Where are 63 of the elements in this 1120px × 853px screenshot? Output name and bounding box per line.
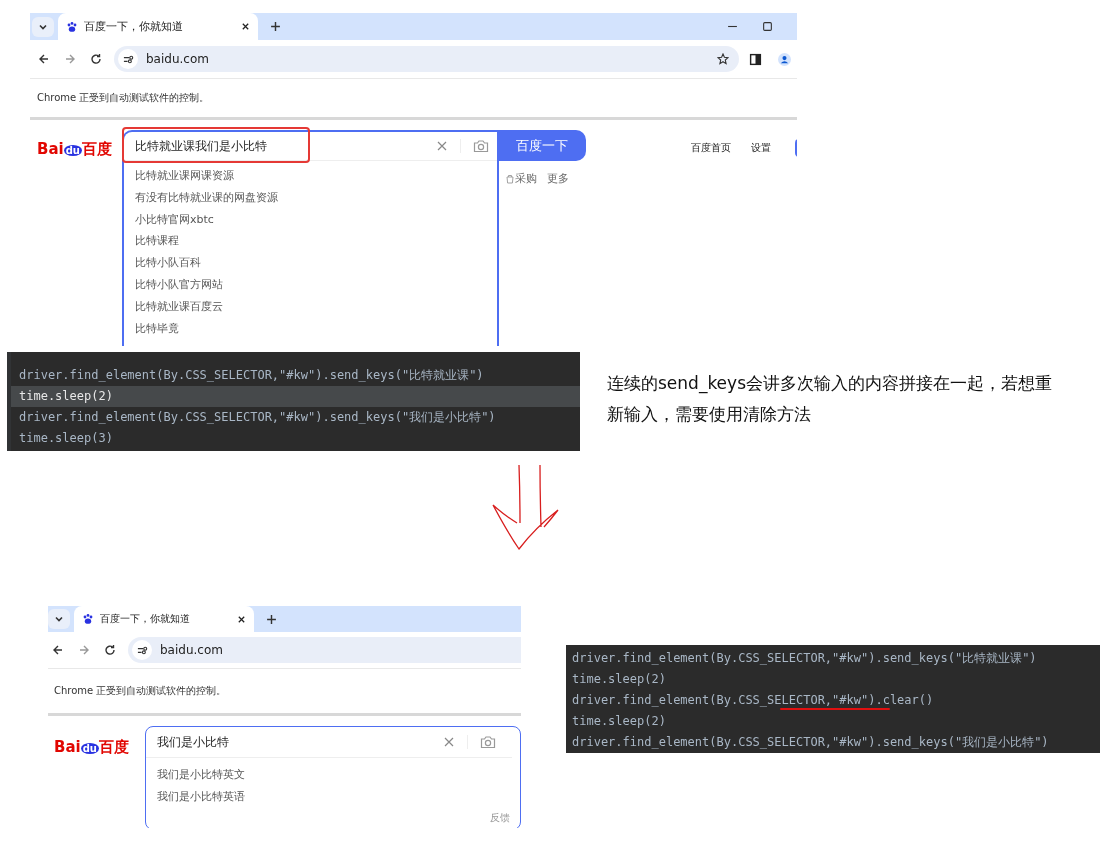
basket-icon bbox=[505, 173, 515, 184]
automation-notice: Chrome 正受到自动测试软件的控制。 bbox=[54, 684, 227, 698]
code-line: time.sleep(2) bbox=[572, 672, 666, 686]
forward-icon[interactable] bbox=[64, 53, 76, 65]
nav-link[interactable]: 设置 bbox=[751, 141, 771, 155]
tab-title: 百度一下，你就知道 bbox=[100, 612, 191, 626]
suggestion-item[interactable]: 我们是小比特英文 bbox=[157, 764, 520, 786]
new-tab-icon[interactable] bbox=[266, 613, 277, 625]
suggestion-item[interactable]: 比特小队官方网站 bbox=[135, 274, 497, 296]
explanation-text: 连续的send_keys会讲多次输入的内容拼接在一起，若想重新输入，需要使用清除方法 bbox=[607, 372, 1052, 426]
code-line: time.sleep(3) bbox=[19, 431, 113, 445]
site-settings-icon[interactable] bbox=[118, 49, 138, 69]
code-line: driver.find_element(By.CSS_SELECTOR,"#kw").send_keys("我们是小比特") bbox=[19, 410, 496, 424]
suggestion-item[interactable]: 比特就业课百度云 bbox=[135, 295, 497, 318]
search-box[interactable]: 比特就业课我们是小比特 比特就业课网课资源 有没有比特就业课的网盘资源 小比特官网xbtc 比特课程 比特小队百科 比特小队官方网站 比特就业课百度云 比特毕竟 bbox=[122, 130, 499, 346]
side-panel-icon[interactable] bbox=[749, 52, 762, 66]
suggestion-item[interactable]: 比特小队百科 bbox=[135, 252, 497, 274]
tab-list-button[interactable] bbox=[48, 609, 70, 629]
suggestion-item[interactable]: 小比特官网xbtc bbox=[135, 208, 497, 231]
suggestion-item[interactable]: 比特毕竟 bbox=[135, 317, 497, 340]
search-button[interactable]: 百度一下 bbox=[499, 130, 586, 161]
clear-icon[interactable] bbox=[443, 736, 455, 748]
close-icon[interactable] bbox=[237, 614, 246, 624]
nav-link[interactable]: 百度首页 bbox=[691, 141, 731, 155]
forward-icon[interactable] bbox=[78, 644, 90, 656]
maximize-icon[interactable] bbox=[762, 21, 773, 32]
paw-icon bbox=[66, 20, 78, 33]
suggestion-item[interactable]: 比特课程 bbox=[135, 230, 497, 253]
code-line: driver.find_element(By.CSS_SELECTOR,"#kw").clear() bbox=[572, 693, 934, 707]
chevron-down-icon bbox=[54, 614, 64, 624]
address-bar[interactable]: baidu.com bbox=[114, 46, 739, 72]
code-line: time.sleep(2) bbox=[19, 389, 113, 403]
automation-notice: Chrome 正受到自动测试软件的控制。 bbox=[37, 91, 210, 105]
profile-icon[interactable] bbox=[778, 52, 791, 66]
browser-tab[interactable]: 百度一下，你就知道 bbox=[58, 13, 258, 40]
more-link[interactable]: 采购 bbox=[505, 171, 537, 186]
new-tab-icon[interactable] bbox=[270, 21, 281, 32]
search-box[interactable]: 我们是小比特 我们是小比特英文 我们是小比特英语 反馈 bbox=[145, 726, 521, 828]
tab-title: 百度一下，你就知道 bbox=[84, 19, 184, 34]
address-bar[interactable]: baidu.com bbox=[128, 637, 521, 663]
code-line: driver.find_element(By.CSS_SELECTOR,"#kw").send_keys("比特就业课") bbox=[19, 368, 484, 382]
code-line: driver.find_element(By.CSS_SELECTOR,"#kw").send_keys("比特就业课") bbox=[572, 651, 1037, 665]
baidu-logo: Bai du 百度 bbox=[54, 738, 130, 757]
site-settings-icon[interactable] bbox=[132, 640, 152, 660]
suggestion-item[interactable]: 我们是小比特英语 bbox=[157, 785, 520, 808]
suggestion-item[interactable]: 有没有比特就业课的网盘资源 bbox=[135, 186, 497, 209]
bookmark-star-icon[interactable] bbox=[717, 53, 729, 65]
clear-icon[interactable] bbox=[436, 140, 448, 152]
browser-tab[interactable]: 百度一下，你就知道 bbox=[74, 606, 254, 632]
more-link[interactable]: 更多 bbox=[547, 171, 569, 186]
baidu-logo: Bai du 百度 bbox=[37, 140, 112, 159]
suggestion-item[interactable]: 比特就业课网课资源 bbox=[135, 165, 497, 187]
code-line: driver.find_element(By.CSS_SELECTOR,"#kw").send_keys("我们是小比特") bbox=[572, 735, 1049, 749]
back-icon[interactable] bbox=[52, 644, 64, 656]
camera-icon[interactable] bbox=[480, 735, 496, 749]
back-icon[interactable] bbox=[38, 53, 50, 65]
tab-list-button[interactable] bbox=[32, 16, 54, 37]
camera-icon[interactable] bbox=[473, 139, 489, 153]
code-line: time.sleep(2) bbox=[572, 714, 666, 728]
reload-icon[interactable] bbox=[90, 53, 102, 65]
reload-icon[interactable] bbox=[104, 644, 116, 656]
paw-icon bbox=[82, 613, 94, 625]
close-icon[interactable] bbox=[241, 22, 250, 31]
